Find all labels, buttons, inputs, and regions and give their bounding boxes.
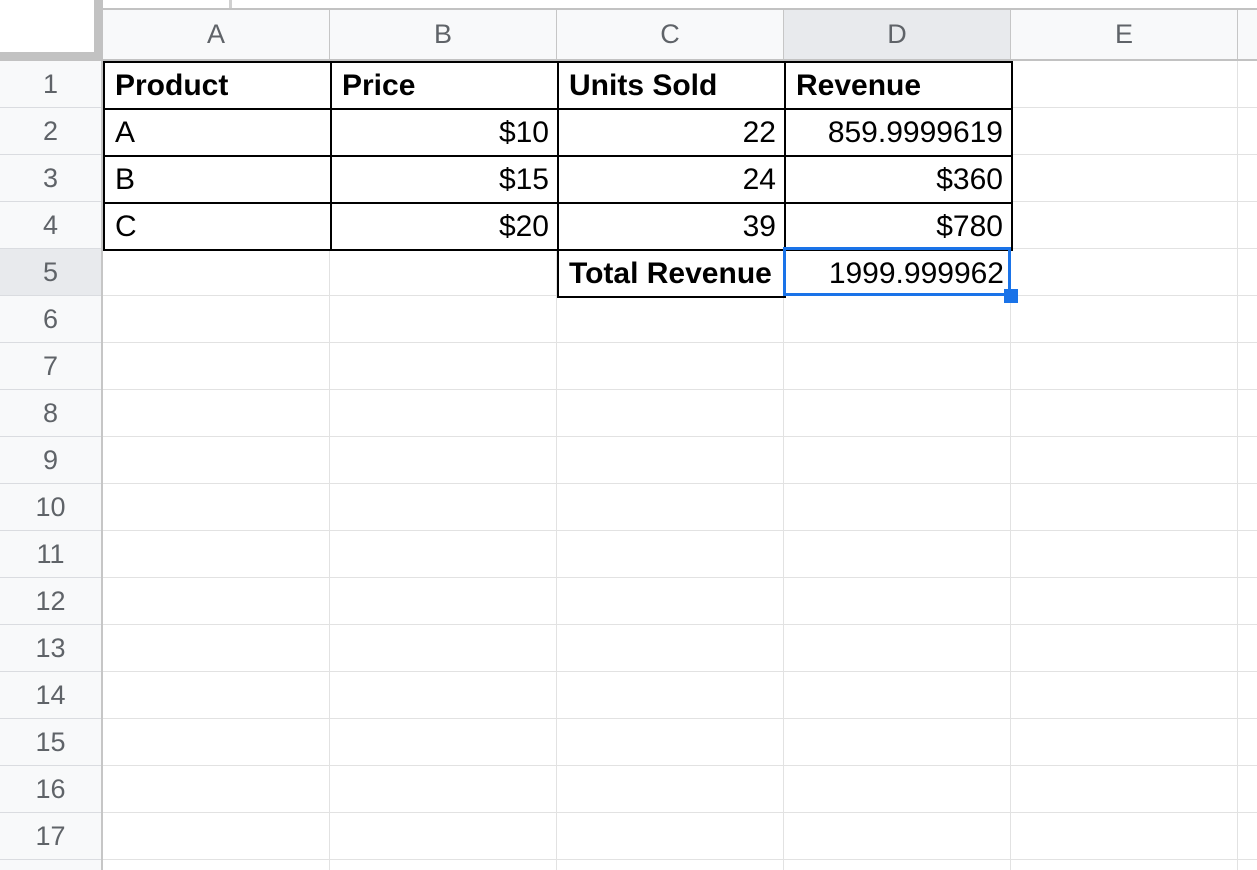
cell-D5[interactable]: 1999.999962	[785, 250, 1012, 297]
column-header-A[interactable]: A	[103, 10, 330, 59]
gridline-horizontal	[103, 718, 1257, 719]
cell-D4[interactable]: $780	[785, 203, 1012, 250]
gridline-horizontal	[103, 436, 1257, 437]
row-header-14[interactable]: 14	[0, 672, 101, 719]
gridline-horizontal	[103, 765, 1257, 766]
row-header-2[interactable]: 2	[0, 108, 101, 155]
row-header-partial[interactable]	[0, 860, 101, 870]
fill-handle[interactable]	[1004, 289, 1018, 303]
cell-B4[interactable]: $20	[331, 203, 558, 250]
gridline-horizontal	[103, 671, 1257, 672]
column-header-row: ABCDE	[103, 10, 1257, 61]
gridline-horizontal	[103, 483, 1257, 484]
cell-D2[interactable]: 859.9999619	[785, 109, 1012, 156]
row-header-1[interactable]: 1	[0, 61, 101, 108]
cell-D1[interactable]: Revenue	[785, 62, 1012, 109]
column-header-partial[interactable]	[1238, 10, 1257, 59]
row-header-9[interactable]: 9	[0, 437, 101, 484]
data-table: ProductPriceUnits SoldRevenue A$1022859.9…	[103, 61, 1013, 298]
row-header-10[interactable]: 10	[0, 484, 101, 531]
row-header-17[interactable]: 17	[0, 813, 101, 860]
gridline-horizontal	[103, 530, 1257, 531]
cell-B5[interactable]	[331, 250, 558, 297]
row-header-4[interactable]: 4	[0, 202, 101, 249]
cell-B1[interactable]: Price	[331, 62, 558, 109]
cell-B3[interactable]: $15	[331, 156, 558, 203]
cell-A4[interactable]: C	[104, 203, 331, 250]
row-header-3[interactable]: 3	[0, 155, 101, 202]
cell-C4[interactable]: 39	[558, 203, 785, 250]
row-header-11[interactable]: 11	[0, 531, 101, 578]
column-header-C[interactable]: C	[557, 10, 784, 59]
row-header-15[interactable]: 15	[0, 719, 101, 766]
cell-B2[interactable]: $10	[331, 109, 558, 156]
row-header-8[interactable]: 8	[0, 390, 101, 437]
gridline-horizontal	[103, 342, 1257, 343]
cell-A3[interactable]: B	[104, 156, 331, 203]
row-header-7[interactable]: 7	[0, 343, 101, 390]
cell-grid: ProductPriceUnits SoldRevenue A$1022859.9…	[103, 61, 1257, 870]
row-header-5[interactable]: 5	[0, 249, 101, 296]
column-header-B[interactable]: B	[330, 10, 557, 59]
gridline-horizontal	[103, 812, 1257, 813]
select-all-corner[interactable]	[0, 0, 103, 61]
cell-A5[interactable]	[104, 250, 331, 297]
gridline-horizontal	[103, 389, 1257, 390]
cell-A1[interactable]: Product	[104, 62, 331, 109]
row-header-6[interactable]: 6	[0, 296, 101, 343]
column-header-D[interactable]: D	[784, 10, 1011, 59]
gridline-horizontal	[103, 624, 1257, 625]
cell-C2[interactable]: 22	[558, 109, 785, 156]
cell-C5[interactable]: Total Revenue	[558, 250, 785, 297]
spreadsheet-grid: ABCDE 1234567891011121314151617 ProductP…	[0, 0, 1257, 870]
gridline-horizontal	[103, 577, 1257, 578]
column-header-E[interactable]: E	[1011, 10, 1238, 59]
cell-D3[interactable]: $360	[785, 156, 1012, 203]
cell-C1[interactable]: Units Sold	[558, 62, 785, 109]
formula-bar-divider-remnant	[229, 0, 232, 8]
row-header-12[interactable]: 12	[0, 578, 101, 625]
gridline-vertical	[1237, 61, 1238, 870]
top-strip	[0, 0, 1257, 8]
gridline-horizontal	[103, 859, 1257, 860]
row-header-13[interactable]: 13	[0, 625, 101, 672]
cell-A2[interactable]: A	[104, 109, 331, 156]
cell-C3[interactable]: 24	[558, 156, 785, 203]
row-header-column: 1234567891011121314151617	[0, 61, 103, 870]
row-header-16[interactable]: 16	[0, 766, 101, 813]
